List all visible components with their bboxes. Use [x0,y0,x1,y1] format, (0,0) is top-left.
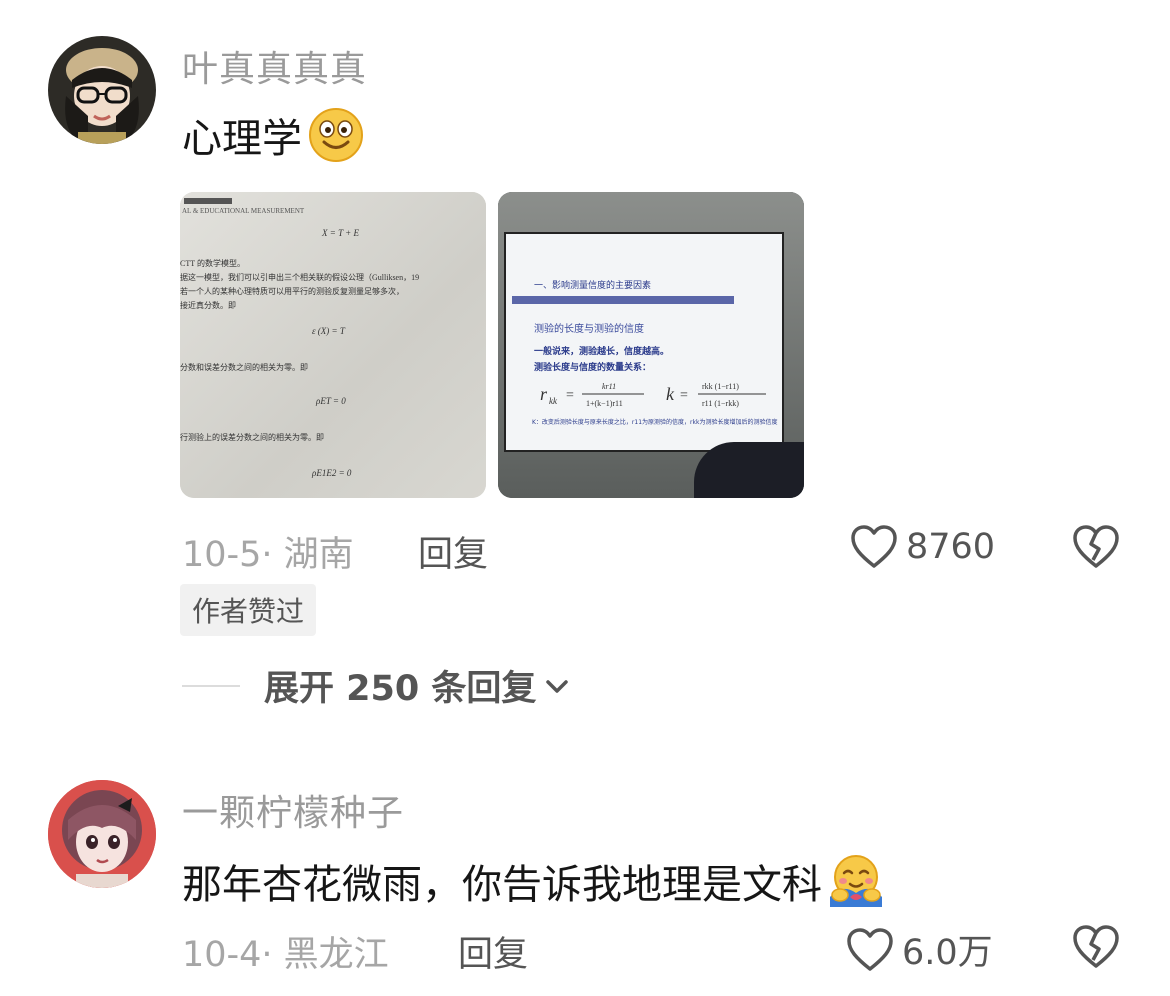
author-liked-badge: 作者赞过 [180,584,317,636]
textbook-formula-1: X = T + E [322,228,359,238]
slide-footnote: K：改变后测验长度与原来长度之比，r11为原测验的信度，rkk为测验长度增加后的… [532,419,778,426]
comment-text-content: 那年杏花微雨，你告诉我地理是文科 [182,862,822,908]
hugging-face-emoji-icon [826,853,886,909]
heart-icon [846,927,894,973]
expand-replies-label: 展开 250 条回复 [264,669,537,709]
divider [182,684,240,687]
date-location: 10-5· 湖南 [182,535,354,575]
like-count: 8760 [906,527,996,567]
slide-line: 一般说来，测验越长，信度越高。 [534,347,670,357]
svg-text:kr11: kr11 [602,382,616,391]
textbook-formula-4: ρE1E2 = 0 [312,468,352,478]
like-count: 6.0万 [902,933,993,973]
username[interactable]: 一颗柠檬种子 [182,784,404,836]
reply-button[interactable]: 回复 [418,526,488,577]
textbook-line: 接近真分数。即 [180,301,236,310]
avatar[interactable] [48,36,156,144]
textbook-line: 行测验上的误差分数之间的相关为零。即 [180,433,324,442]
textbook-line: 若一个人的某种心理特质可以用平行的测验反复测量足够多次， [180,287,404,296]
textbook-formula-2: ε (X) = T [312,326,345,336]
textbook-formula-3: ρET = 0 [316,396,346,406]
dislike-button[interactable] [1072,924,1120,974]
textbook-line: CTT 的数学模型。 [180,259,245,268]
svg-text:r: r [540,384,548,404]
slide-subtitle: 测验的长度与测验的信度 [534,324,644,335]
svg-text:=: = [680,388,688,403]
slide-line: 测验长度与信度的数量关系： [534,363,652,373]
svg-text:kk: kk [549,396,558,406]
broken-heart-icon [1072,524,1120,570]
reply-button[interactable]: 回复 [458,926,528,977]
svg-text:=: = [566,388,574,403]
expand-replies-button[interactable]: 展开 250 条回复 [182,660,570,711]
svg-text:rkk (1−r11): rkk (1−r11) [702,382,739,391]
like-button[interactable]: 8760 [850,524,995,570]
broken-heart-icon [1072,924,1120,970]
heart-icon [850,524,898,570]
like-button[interactable]: 6.0万 [846,924,993,975]
textbook-line: 分数和误差分数之间的相关为零。即 [180,363,308,372]
textbook-header: AL & EDUCATIONAL MEASUREMENT [182,207,305,215]
username[interactable]: 叶真真真真 [182,40,367,92]
comment-text: 心理学 [182,106,364,164]
svg-text:r11 (1−rkk): r11 (1−rkk) [702,399,739,408]
comment-text-content: 心理学 [182,116,302,162]
comment-image-slide[interactable]: 一、影响测量信度的主要因素 测验的长度与测验的信度 一般说来，测验越长，信度越高… [498,192,804,498]
date-location: 10-4· 黑龙江 [182,935,389,975]
chevron-down-icon [544,676,570,696]
comment-image-textbook[interactable]: AL & EDUCATIONAL MEASUREMENT X = T + E C… [180,192,486,498]
slide-title: 一、影响测量信度的主要因素 [534,281,652,291]
avatar[interactable] [48,780,156,888]
comment-text: 那年杏花微雨，你告诉我地理是文科 [182,852,886,910]
dislike-button[interactable] [1072,524,1120,574]
textbook-line: 据这一模型，我们可以引申出三个相关联的假设公理（Gulliksen，19 [180,273,420,282]
svg-text:1+(k−1)r11: 1+(k−1)r11 [586,399,623,408]
svg-text:k: k [666,384,675,404]
grinning-face-emoji-icon [308,107,364,163]
slide-formula: r kk = kr11 1+(k−1)r11 k = rkk (1−r11) r… [540,382,766,408]
